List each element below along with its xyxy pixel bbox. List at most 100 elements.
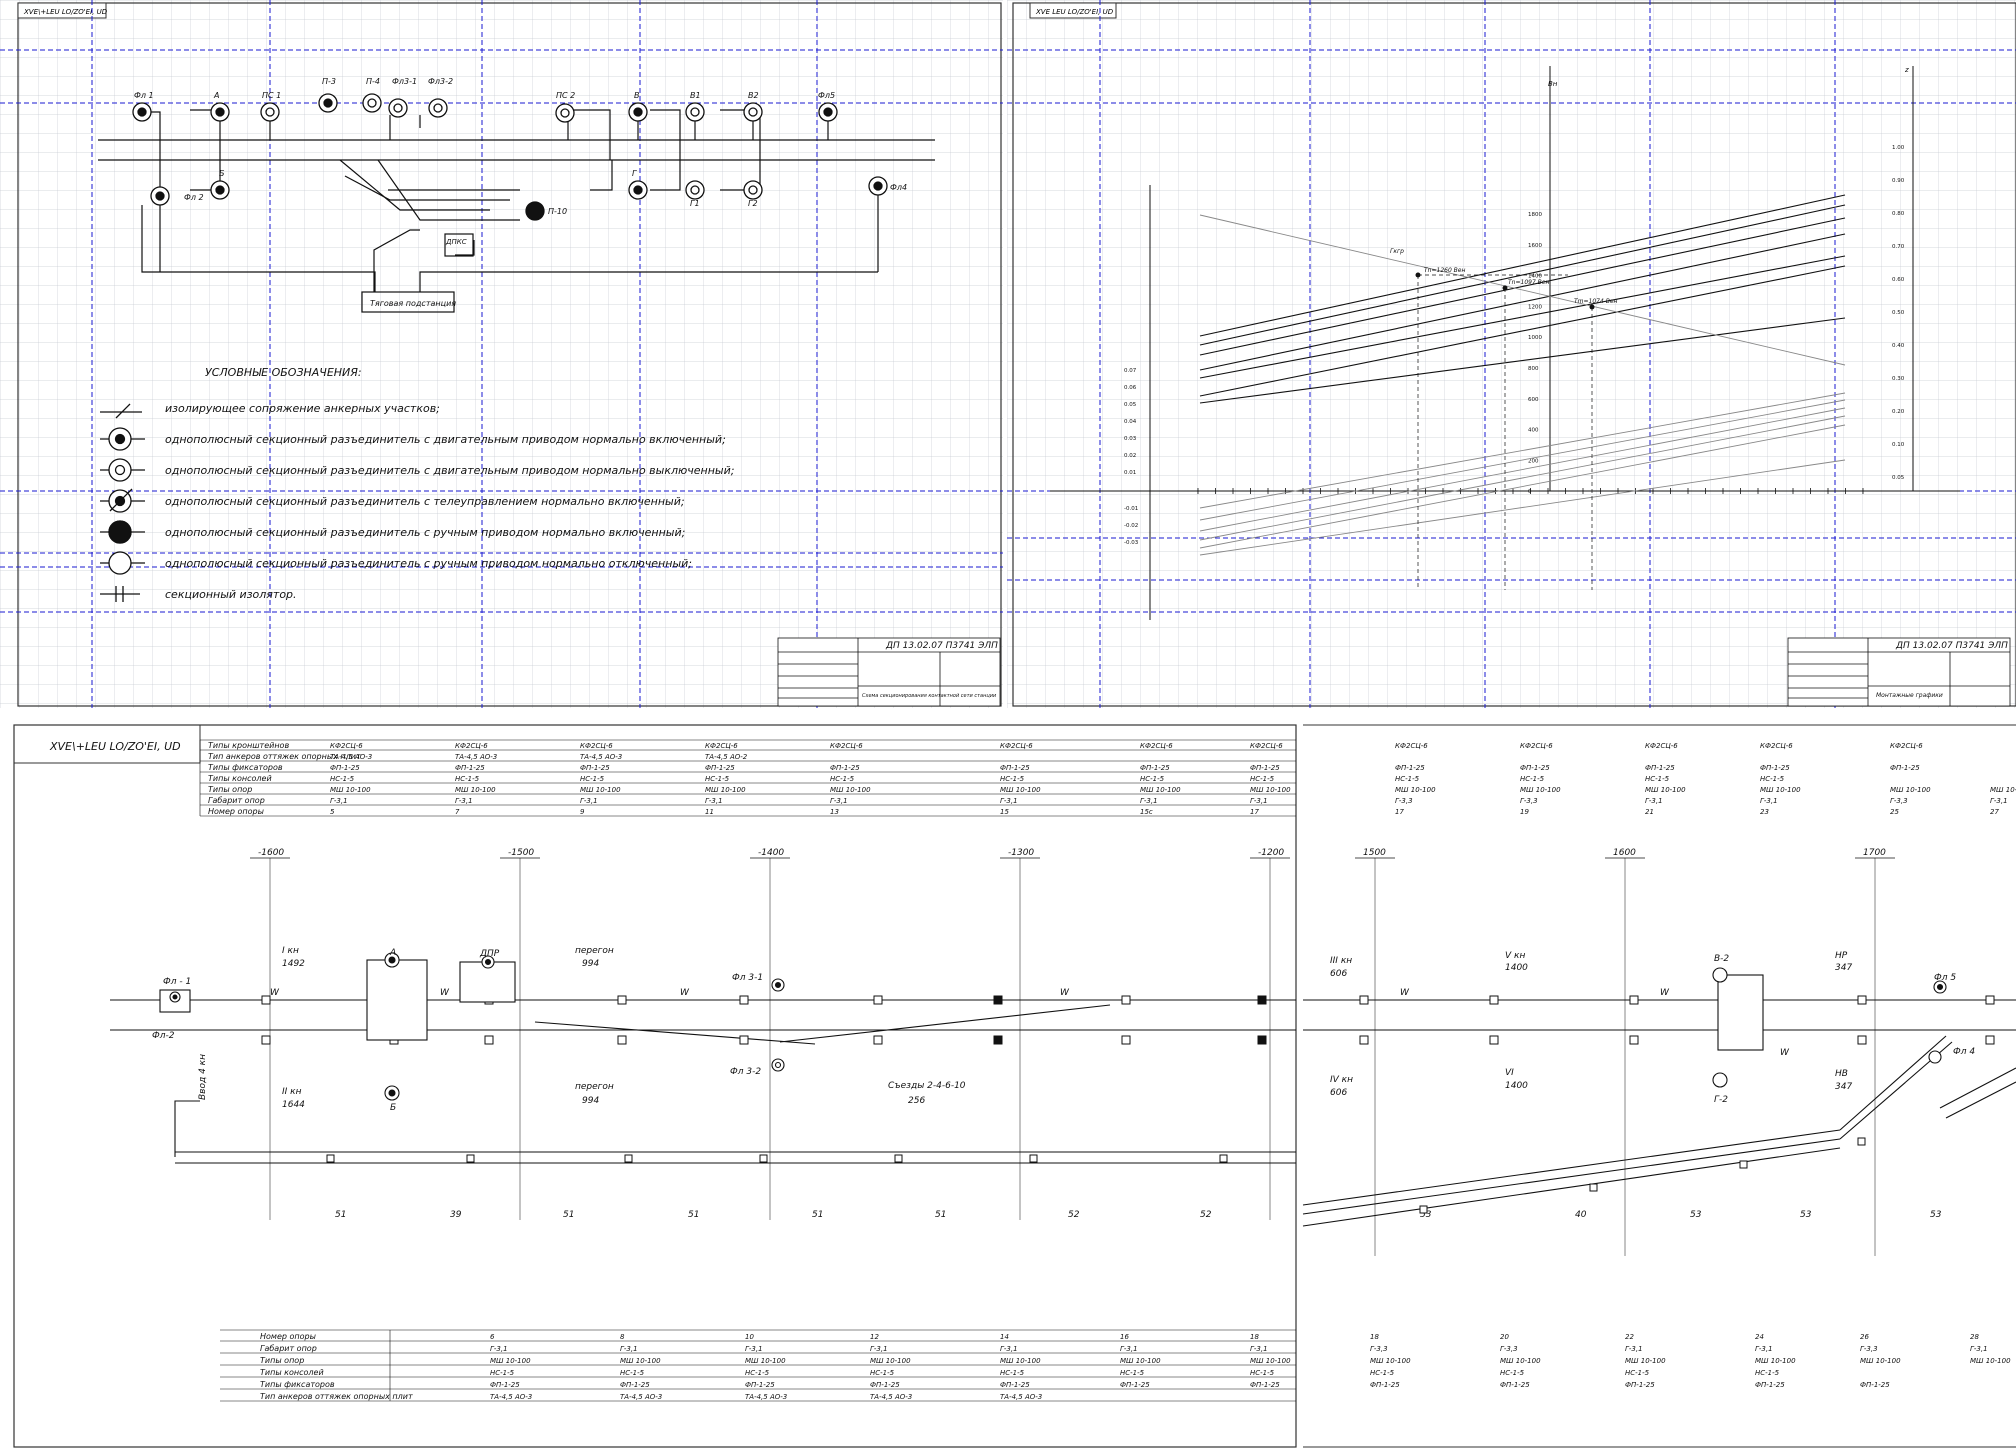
len2-label: 1644	[282, 1100, 305, 1110]
picket-label: -1200	[1258, 848, 1284, 858]
legend-text: однополюсный секционный разъединитель с …	[165, 433, 726, 446]
ps2-label: ПС 2	[556, 91, 575, 100]
bottom-cell: ТА-4,5 АО-3	[745, 1393, 787, 1401]
bottom-cell: Г-3,1	[1970, 1345, 1988, 1353]
top-cell: 17	[1395, 808, 1404, 816]
top-cell: 7	[455, 808, 460, 816]
len9-label: 1400	[1505, 1081, 1528, 1091]
top-cell: 19	[1520, 808, 1529, 816]
k3-label: III кн	[1330, 956, 1352, 966]
bottom-cell: ФП-1-25	[1370, 1381, 1400, 1389]
bottom-cell: НС-1-5	[1250, 1369, 1275, 1377]
a-layout-label: А	[389, 948, 396, 958]
k4-label: IV кн	[1330, 1075, 1353, 1085]
top-row-header: Типы кронштейнов	[208, 741, 289, 750]
track1-label: I кн	[282, 946, 299, 956]
top-row-header: Номер опоры	[208, 807, 264, 816]
right-tick-label: 0.40	[1892, 343, 1905, 349]
fl2-label: Фл 2	[184, 193, 204, 202]
bottom-cell: 14	[1000, 1333, 1009, 1341]
top-cell: ФП-1-25	[1395, 764, 1425, 772]
ps1-label: ПС 1	[262, 91, 281, 100]
span-label: 40	[1575, 1210, 1587, 1220]
bottom-cell: НС-1-5	[1120, 1369, 1145, 1377]
bottom-cell: ТА-4,5 АО-3	[620, 1393, 662, 1401]
bottom-cell: НС-1-5	[745, 1369, 770, 1377]
top-cell: НС-1-5	[830, 775, 855, 783]
top-cell: ФП-1-25	[1645, 764, 1675, 772]
w-label-2: W	[440, 988, 450, 998]
top-cell: МШ 10-100	[1520, 786, 1561, 794]
bottom-cell: ФП-1-25	[745, 1381, 775, 1389]
top-cell: НС-1-5	[1520, 775, 1545, 783]
cad-canvas[interactable]: XVE\+LEU LO/ZO'EI, UD Фл 1 Фл 2 А Б ПС 1…	[0, 0, 2016, 1455]
bottom-cell: 18	[1250, 1333, 1259, 1341]
top-cell: МШ 10-100	[1000, 786, 1041, 794]
top-cell: НС-1-5	[705, 775, 730, 783]
top-cell: МШ 10-100	[1760, 786, 1801, 794]
len1-label: 1492	[282, 959, 305, 969]
small-tick-label: -0.01	[1124, 506, 1138, 512]
len11-label: 347	[1835, 1082, 1852, 1092]
bottom-row-header: Габарит опор	[260, 1344, 317, 1353]
bottom-cell: ФП-1-25	[1250, 1381, 1280, 1389]
bottom-cell: ФП-1-25	[1860, 1381, 1890, 1389]
sheet-catenary-layout[interactable]: XVE\+LEU LO/ZO'EI, UD Типы кронштейнов Ти…	[0, 710, 2016, 1455]
top-cell: 13	[830, 808, 839, 816]
bottom-cell: ФП-1-25	[870, 1381, 900, 1389]
legend-title: УСЛОВНЫЕ ОБОЗНАЧЕНИЯ:	[205, 366, 362, 379]
bottom-row-header: Номер опоры	[260, 1332, 316, 1341]
right-tick-label: 0.30	[1892, 376, 1905, 382]
bottom-cell: Г-3,3	[1500, 1345, 1518, 1353]
top-cell: ФП-1-25	[1520, 764, 1550, 772]
g2-label: Г2	[748, 199, 758, 208]
v-label: В	[634, 91, 640, 100]
top-cell: НС-1-5	[1000, 775, 1025, 783]
top-cell: НС-1-5	[580, 775, 605, 783]
top-cell: ФП-1-25	[705, 764, 735, 772]
left-tick-label: 400	[1528, 428, 1539, 434]
sheet2-sheet-name: Монтажные графики	[1876, 692, 1943, 699]
bottom-row-header: Типы фиксаторов	[260, 1380, 335, 1389]
axis-left-label: Вн	[1548, 80, 1558, 88]
bottom-cell: 8	[620, 1333, 625, 1341]
g1-label: Г1	[690, 199, 700, 208]
point-label-3: Тm=1074 Вен	[1574, 298, 1618, 305]
top-cell: КФ2СЦ-6	[330, 742, 363, 750]
len7-label: 606	[1330, 1088, 1347, 1098]
top-cell: КФ2СЦ-6	[705, 742, 738, 750]
bottom-cell: НС-1-5	[1000, 1369, 1025, 1377]
curve-label: Гкгр	[1390, 248, 1404, 255]
sheet-installation-graph[interactable]: XVE LEU LO/ZO'EI, UD Вн z 18001600140012…	[1007, 0, 2016, 708]
sheet1-code: ДП 13.02.07 П3741 ЭЛП	[885, 641, 998, 651]
right-tick-label: 0.10	[1892, 442, 1905, 448]
right-tick-label: 0.05	[1892, 475, 1905, 481]
np2-label: НВ	[1835, 1069, 1848, 1079]
top-cell: КФ2СЦ-6	[1000, 742, 1033, 750]
small-tick-label: -0.03	[1124, 540, 1139, 546]
bottom-cell: НС-1-5	[1625, 1369, 1650, 1377]
bottom-cell: 12	[870, 1333, 879, 1341]
top-cell: Г-3,3	[1395, 797, 1413, 805]
top-cell: Г-3,1	[1140, 797, 1158, 805]
bottom-row-header: Типы опор	[260, 1356, 304, 1365]
bottom-cell: 18	[1370, 1333, 1379, 1341]
bottom-cell: 26	[1860, 1333, 1869, 1341]
small-tick-label: 0.07	[1124, 368, 1137, 374]
top-cell: Г-3,1	[580, 797, 598, 805]
top-cell: Г-3,1	[1645, 797, 1663, 805]
point-label-1: Тn=1260 Вен	[1424, 267, 1465, 274]
s1-label: Съезды 2-4-6-10	[888, 1081, 966, 1091]
bottom-cell: ФП-1-25	[1755, 1381, 1785, 1389]
top-cell: МШ 10-100	[830, 786, 871, 794]
fl3-2-label: Фл3-2	[428, 77, 453, 86]
w-label-7: W	[1780, 1048, 1790, 1058]
bottom-cell: ТА-4,5 АО-3	[870, 1393, 912, 1401]
top-cell: НС-1-5	[1760, 775, 1785, 783]
sheet-sectioning-scheme[interactable]: XVE\+LEU LO/ZO'EI, UD Фл 1 Фл 2 А Б ПС 1…	[0, 0, 1003, 708]
top-cell: МШ 10-100	[455, 786, 496, 794]
bottom-cell: Г-3,1	[745, 1345, 763, 1353]
per2-label: перегон	[575, 1082, 614, 1092]
top-row-header: Типы фиксаторов	[208, 763, 283, 772]
top-cell: НС-1-5	[1395, 775, 1420, 783]
